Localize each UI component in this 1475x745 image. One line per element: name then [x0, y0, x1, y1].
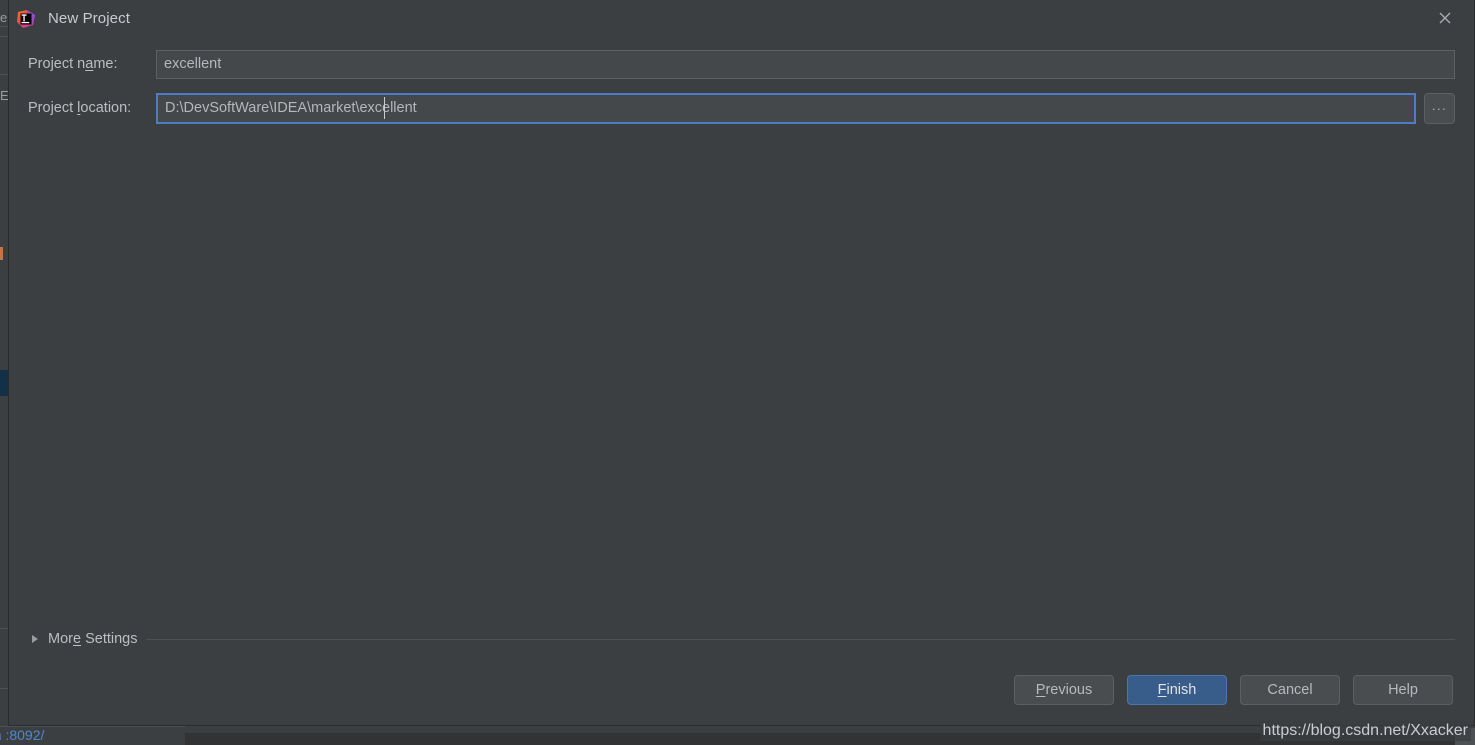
previous-button-suffix: revious	[1045, 681, 1093, 698]
dialog-titlebar: New Project	[9, 0, 1474, 37]
orange-marker-icon	[0, 247, 3, 260]
project-location-input-wrapper	[156, 92, 1416, 124]
project-location-label-suffix: ocation:	[80, 100, 132, 116]
help-button-label: Help	[1388, 681, 1418, 698]
cancel-button[interactable]: Cancel	[1240, 675, 1340, 705]
more-settings-toggle[interactable]: More Settings	[28, 629, 1455, 649]
intellij-idea-logo-icon	[16, 9, 36, 29]
finish-button[interactable]: Finish	[1127, 675, 1227, 705]
project-location-label-prefix: Project	[28, 100, 78, 116]
project-location-row: Project location: ...	[28, 92, 1455, 124]
previous-button-mnemonic: P	[1035, 681, 1046, 698]
more-settings-separator	[147, 638, 1455, 640]
project-location-label: Project location:	[28, 100, 156, 116]
project-name-label: Project name:	[28, 56, 156, 72]
new-project-dialog: New Project Project name: Project locati…	[8, 0, 1475, 726]
finish-button-suffix: inish	[1166, 681, 1197, 698]
more-settings-label-suffix: Settings	[81, 631, 138, 647]
more-settings-label-prefix: Mor	[48, 631, 73, 647]
dialog-title: New Project	[48, 10, 130, 27]
chevron-right-icon	[28, 634, 42, 644]
text-caret	[384, 96, 385, 119]
more-settings-label-mnemonic: e	[72, 631, 82, 647]
finish-button-mnemonic: F	[1157, 681, 1167, 698]
dialog-form-area: Project name: Project location: ...	[9, 37, 1474, 667]
selected-row-highlight	[0, 370, 8, 396]
project-name-label-prefix: Project n	[28, 56, 86, 72]
backdrop-url-fragment: on :8092/	[0, 727, 45, 743]
backdrop-dark-block	[1455, 728, 1475, 745]
help-button[interactable]: Help	[1353, 675, 1453, 705]
backdrop-dark-block	[185, 733, 1475, 745]
project-name-row: Project name:	[28, 49, 1455, 79]
project-name-label-suffix: me:	[93, 56, 118, 72]
dialog-button-bar: Previous Finish Cancel Help	[9, 667, 1474, 725]
more-settings-label: More Settings	[48, 631, 137, 647]
close-icon[interactable]	[1424, 3, 1466, 33]
browse-folder-button[interactable]: ...	[1424, 92, 1455, 124]
project-location-input[interactable]	[156, 92, 1416, 124]
cancel-button-label: Cancel	[1267, 681, 1313, 698]
previous-button[interactable]: Previous	[1014, 675, 1114, 705]
project-name-input[interactable]	[156, 49, 1455, 79]
